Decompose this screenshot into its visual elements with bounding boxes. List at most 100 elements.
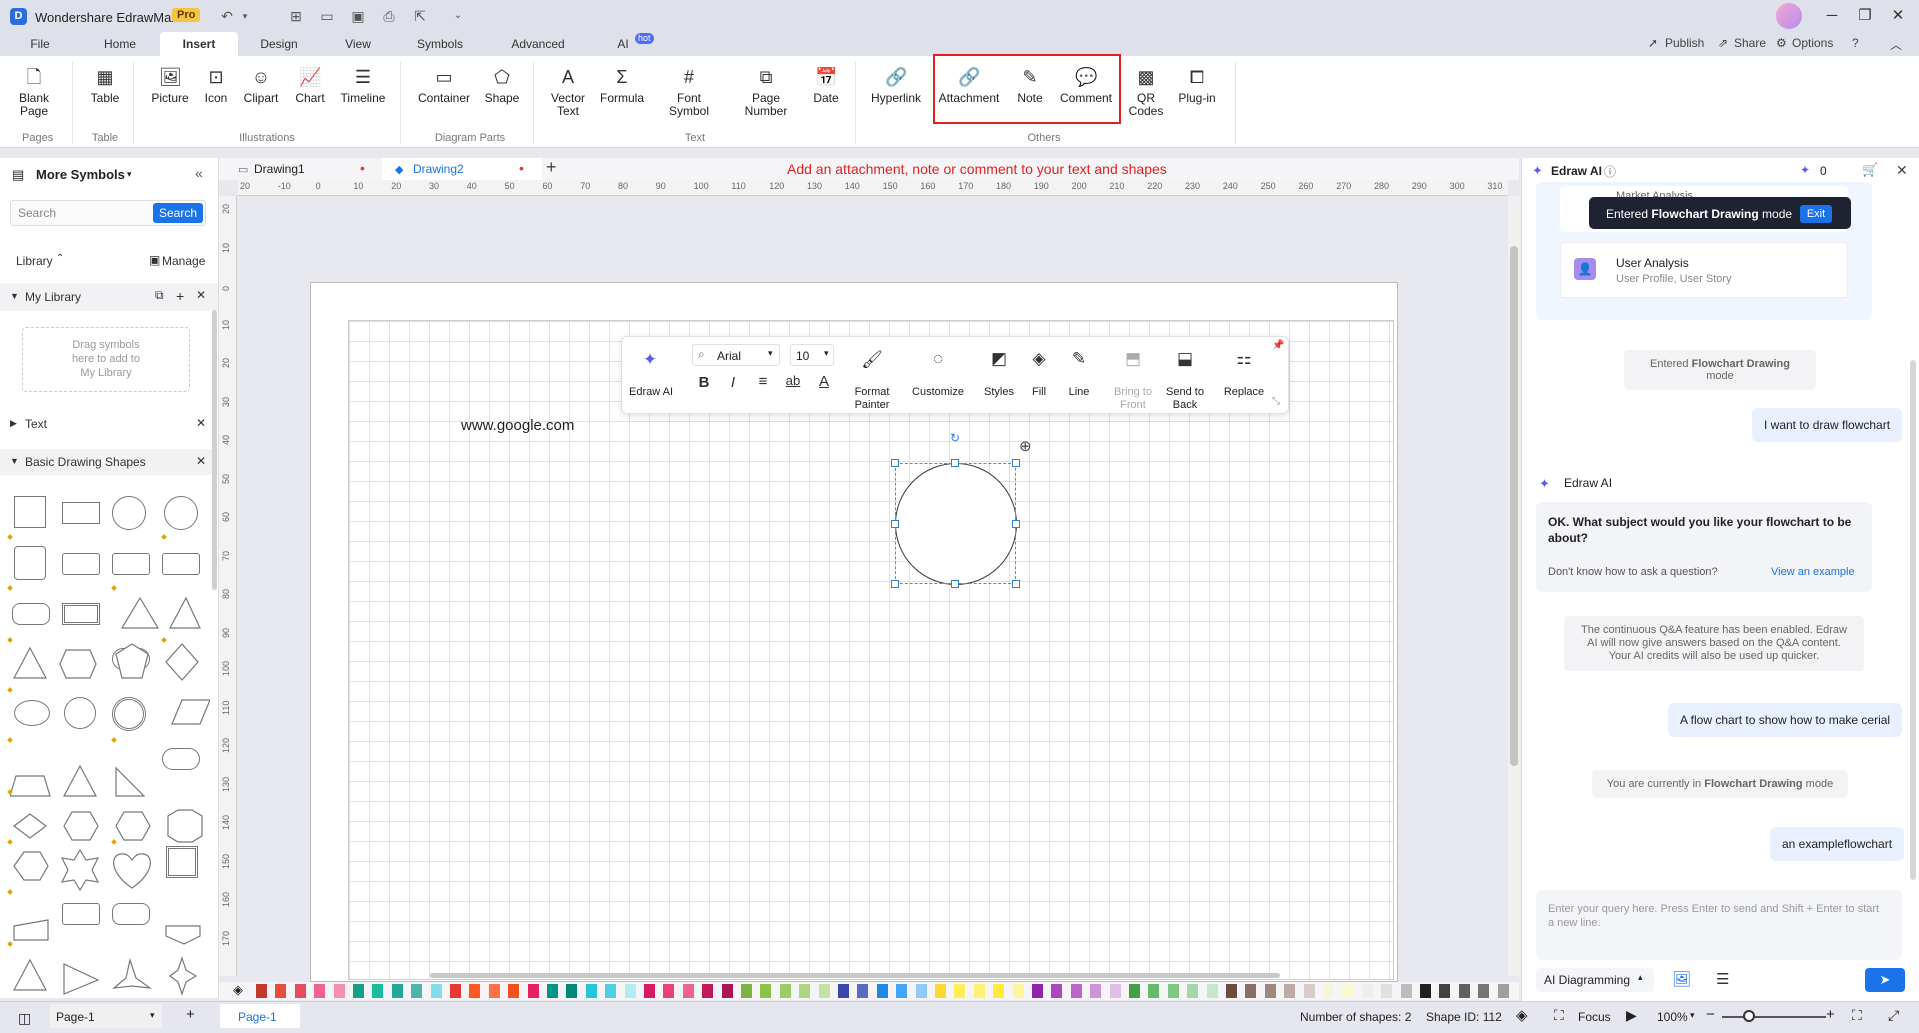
left-panel-scrollbar[interactable]: [212, 310, 217, 590]
close-icon[interactable]: ✕: [196, 288, 206, 302]
restore-icon[interactable]: ❐: [1855, 6, 1875, 26]
export-library-icon[interactable]: ⧉: [155, 288, 164, 303]
library-label[interactable]: Library: [16, 254, 53, 268]
pin-icon[interactable]: 📌: [1272, 340, 1284, 351]
color-swatch[interactable]: [1129, 984, 1140, 998]
undo-dropdown-icon[interactable]: ▾: [236, 7, 254, 25]
color-swatch[interactable]: [1303, 984, 1315, 998]
share-button[interactable]: Share: [1734, 36, 1766, 50]
color-swatch[interactable]: [721, 984, 733, 998]
color-swatch[interactable]: [1090, 984, 1102, 998]
color-swatch[interactable]: [663, 984, 675, 998]
icon-button[interactable]: ⊡ Icon: [201, 66, 231, 105]
color-swatch[interactable]: [915, 984, 927, 998]
color-swatch[interactable]: [1361, 984, 1373, 998]
shape-square[interactable]: [14, 496, 46, 528]
vertical-scroll-thumb[interactable]: [1510, 246, 1518, 766]
publish-button[interactable]: Publish: [1665, 36, 1704, 50]
picture-button[interactable]: 🖼 Picture: [148, 66, 192, 105]
font-symbol-button[interactable]: # Font Symbol: [664, 66, 714, 118]
chevron-down-icon[interactable]: ▾: [1690, 1010, 1695, 1021]
send-to-back-button[interactable]: Send to Back: [1162, 386, 1208, 412]
user-avatar[interactable]: [1776, 3, 1802, 29]
color-swatch[interactable]: [1264, 984, 1276, 998]
ai-panel-scrollbar[interactable]: [1910, 360, 1916, 880]
collapse-ribbon-icon[interactable]: ︿: [1890, 36, 1902, 53]
tab-symbols[interactable]: Symbols: [414, 32, 466, 56]
timeline-button[interactable]: ☰ Timeline: [337, 66, 389, 105]
open-icon[interactable]: ▭: [318, 7, 336, 25]
color-swatch[interactable]: [1323, 984, 1334, 998]
color-swatch[interactable]: [624, 984, 636, 998]
text-highlight-icon[interactable]: ab: [782, 373, 804, 388]
manage-button[interactable]: Manage: [162, 254, 205, 268]
resize-handle[interactable]: [891, 580, 899, 588]
save-icon[interactable]: ▣: [349, 7, 367, 25]
new-chat-icon[interactable]: ☰: [1716, 970, 1729, 988]
view-example-link[interactable]: View an example: [1771, 566, 1855, 578]
tab-home[interactable]: Home: [98, 32, 142, 56]
add-icon[interactable]: +: [176, 288, 184, 304]
play-icon[interactable]: ▶: [1626, 1007, 1637, 1024]
color-swatch[interactable]: [1458, 984, 1470, 998]
add-page-icon[interactable]: +: [186, 1006, 195, 1023]
color-swatch[interactable]: [1400, 984, 1412, 998]
resize-handle[interactable]: [891, 459, 899, 467]
color-swatch[interactable]: [605, 984, 617, 998]
color-swatch[interactable]: [488, 984, 500, 998]
container-button[interactable]: ▭ Container: [415, 66, 473, 105]
color-swatch[interactable]: [372, 984, 384, 998]
color-swatch[interactable]: [566, 984, 578, 998]
color-swatch[interactable]: [838, 984, 849, 998]
page-panel-icon[interactable]: ◫: [18, 1010, 31, 1027]
horizontal-scrollbar[interactable]: [430, 973, 1280, 978]
color-swatch[interactable]: [1420, 984, 1431, 998]
zoom-slider[interactable]: [1722, 1016, 1826, 1018]
resize-handle[interactable]: [951, 580, 959, 588]
undo-icon[interactable]: ↶: [218, 7, 236, 25]
color-swatch[interactable]: [818, 984, 830, 998]
format-painter-button[interactable]: Format Painter: [846, 386, 898, 412]
line-button[interactable]: Line: [1064, 386, 1094, 399]
chevron-down-icon[interactable]: ▾: [127, 169, 132, 180]
color-swatch[interactable]: [760, 984, 772, 998]
color-swatch[interactable]: [1342, 984, 1354, 998]
color-swatch[interactable]: [314, 984, 326, 998]
suggestion-card-user-analysis[interactable]: [1560, 242, 1848, 298]
color-swatch[interactable]: [1012, 984, 1024, 998]
color-swatch[interactable]: [741, 984, 752, 998]
color-swatch[interactable]: [275, 984, 287, 998]
color-swatch[interactable]: [333, 984, 345, 998]
color-swatch[interactable]: [1206, 984, 1218, 998]
color-swatch[interactable]: [585, 984, 597, 998]
page-tab-1[interactable]: Page-1: [238, 1010, 277, 1024]
search-button[interactable]: Search: [153, 203, 203, 223]
vector-text-button[interactable]: A Vector Text: [546, 66, 590, 118]
color-swatch[interactable]: [1032, 984, 1043, 998]
customize-button[interactable]: Customize: [908, 386, 968, 399]
resize-handle[interactable]: [951, 459, 959, 467]
resize-handle[interactable]: [891, 520, 899, 528]
qr-codes-button[interactable]: ▩ QR Codes: [1126, 66, 1166, 118]
color-swatch[interactable]: [1381, 984, 1393, 998]
tab-advanced[interactable]: Advanced: [508, 32, 568, 56]
focus-button[interactable]: Focus: [1578, 1010, 1611, 1024]
plugin-button[interactable]: ⧠ Plug-in: [1174, 66, 1220, 105]
color-swatch[interactable]: [896, 984, 908, 998]
color-swatch[interactable]: [876, 984, 888, 998]
replace-button[interactable]: Replace: [1220, 386, 1268, 399]
exit-mode-button[interactable]: Exit: [1800, 205, 1832, 223]
expand-icon[interactable]: ⤡: [1272, 396, 1280, 407]
focus-icon[interactable]: ⛶: [1554, 1007, 1564, 1024]
resize-handle[interactable]: [1012, 459, 1020, 467]
close-icon[interactable]: ✕: [196, 454, 206, 468]
shape-rounded-square[interactable]: [14, 546, 46, 580]
styles-button[interactable]: Styles: [980, 386, 1018, 399]
color-swatch[interactable]: [1245, 984, 1257, 998]
send-button[interactable]: ➤: [1865, 968, 1905, 992]
color-swatch[interactable]: [450, 984, 461, 998]
add-tab-icon[interactable]: +: [546, 157, 557, 178]
resize-handle[interactable]: [1012, 520, 1020, 528]
color-swatch[interactable]: [644, 984, 655, 998]
tab-drawing1[interactable]: Drawing1: [254, 162, 305, 176]
